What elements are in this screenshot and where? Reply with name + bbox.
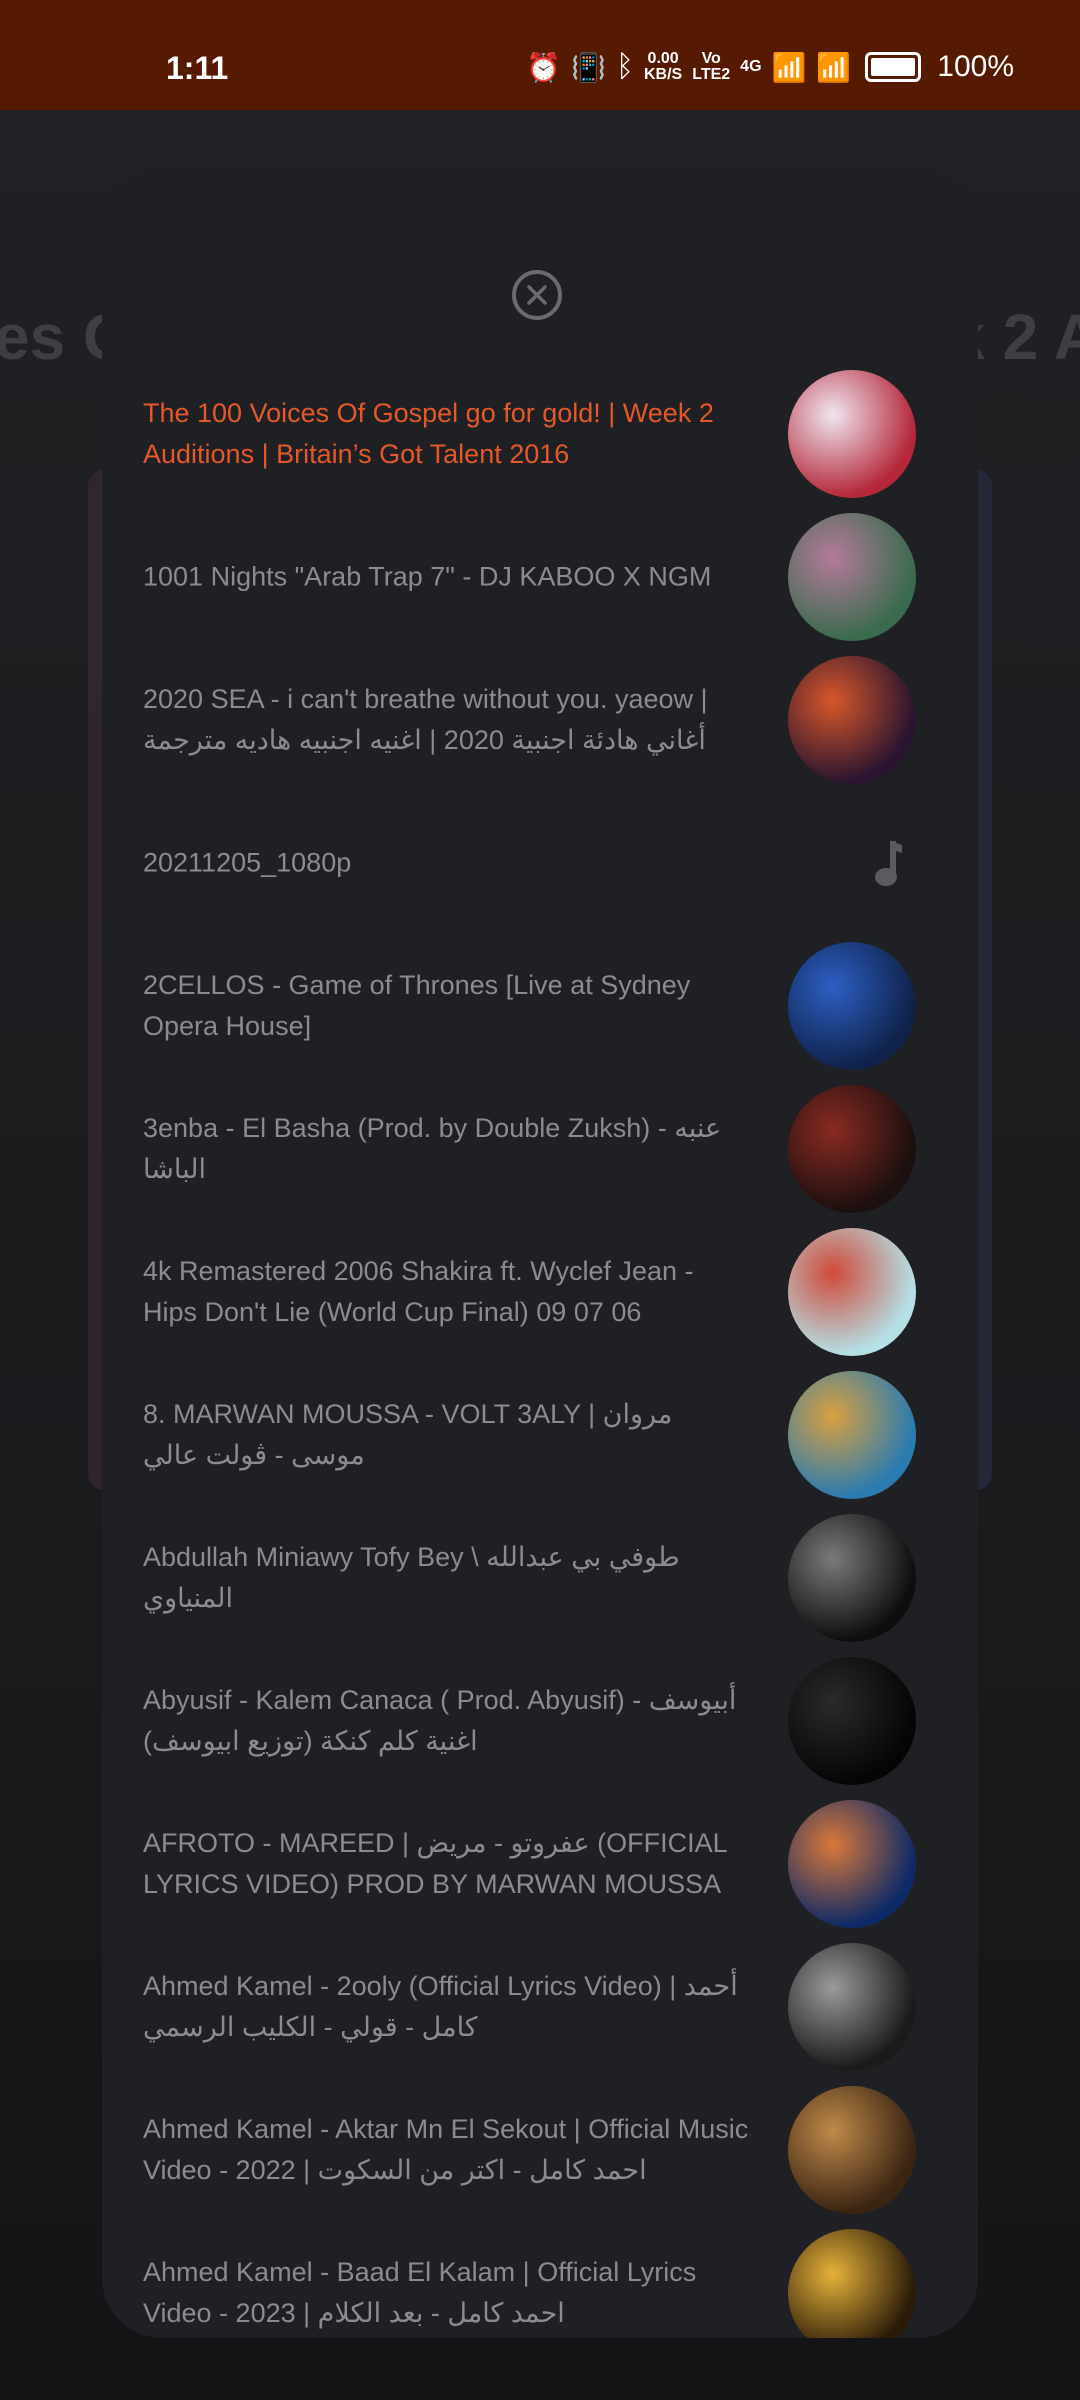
playlist-item-title: Abyusif - Kalem Canaca ( Prod. Abyusif) … <box>143 1684 737 1756</box>
playlist-item-title: 1001 Nights "Arab Trap 7" - DJ KABOO X N… <box>143 561 712 591</box>
playlist-item-title: AFROTO - MAREED | عفروتو - مريض (OFFICIA… <box>143 1827 727 1899</box>
playlist-item[interactable]: The 100 Voices Of Gospel go for gold! | … <box>102 362 978 505</box>
video-thumbnail <box>788 655 916 784</box>
video-thumbnail <box>788 2228 916 2338</box>
video-thumbnail <box>788 1513 916 1642</box>
playlist-item-title: 8. MARWAN MOUSSA - VOLT 3ALY | مروان موس… <box>143 1398 673 1470</box>
playlist-item-title: The 100 Voices Of Gospel go for gold! | … <box>143 397 714 469</box>
video-thumbnail <box>788 1656 916 1785</box>
video-thumbnail <box>788 1370 916 1499</box>
playlist-item[interactable]: 20211205_1080p <box>102 791 978 934</box>
playlist-item[interactable]: Abdullah Miniawy Tofy Bey \ طوفي بي عبدا… <box>102 1506 978 1649</box>
video-thumbnail <box>788 941 916 1070</box>
playlist-item-title: Ahmed Kamel - Aktar Mn El Sekout | Offic… <box>143 2113 749 2185</box>
playlist-item-title: 20211205_1080p <box>143 847 352 877</box>
playlist-item[interactable]: Abyusif - Kalem Canaca ( Prod. Abyusif) … <box>102 1649 978 1792</box>
battery-percent: 100% <box>937 50 1014 83</box>
music-note-icon <box>875 840 902 886</box>
vibrate-icon: 📳 <box>571 51 606 83</box>
status-time: 1:11 <box>166 50 229 86</box>
playlist-item-title: 2CELLOS - Game of Thrones [Live at Sydne… <box>143 969 691 1041</box>
playlist-item-title: 2020 SEA - i can't breathe without you. … <box>143 683 708 755</box>
playlist-item-title: Ahmed Kamel - Baad El Kalam | Official L… <box>143 2256 697 2328</box>
playlist-list: The 100 Voices Of Gospel go for gold! | … <box>102 362 978 2338</box>
close-icon <box>527 285 547 305</box>
battery-icon <box>865 52 922 82</box>
signal-icon-2: 📶 <box>816 51 852 83</box>
playlist-item[interactable]: 3enba - El Basha (Prod. by Double Zuksh)… <box>102 1077 978 1220</box>
video-thumbnail <box>788 1799 916 1928</box>
net-speed: 0.00 KB/S <box>644 50 683 83</box>
playlist-item[interactable]: Ahmed Kamel - Baad El Kalam | Official L… <box>102 2221 978 2338</box>
alarm-icon: ⏰ <box>526 51 562 83</box>
playlist-sheet: The 100 Voices Of Gospel go for gold! | … <box>102 170 978 2338</box>
playlist-item-title: 4k Remastered 2006 Shakira ft. Wyclef Je… <box>143 1255 694 1327</box>
close-button[interactable] <box>512 270 562 320</box>
video-thumbnail <box>788 2085 916 2214</box>
video-thumbnail <box>788 1084 916 1213</box>
network-type: 4G <box>740 58 762 75</box>
playlist-item[interactable]: 8. MARWAN MOUSSA - VOLT 3ALY | مروان موس… <box>102 1363 978 1506</box>
video-thumbnail <box>788 369 916 498</box>
video-thumbnail <box>788 1942 916 2071</box>
playlist-item[interactable]: 2CELLOS - Game of Thrones [Live at Sydne… <box>102 934 978 1077</box>
status-bar: 1:11 ⏰ 📳 ᛒ 0.00 KB/S Vo LTE2 4G 📶 📶 100% <box>0 0 1080 110</box>
playlist-item[interactable]: 1001 Nights "Arab Trap 7" - DJ KABOO X N… <box>102 505 978 648</box>
video-thumbnail <box>788 1227 916 1356</box>
status-icons: ⏰ 📳 ᛒ 0.00 KB/S Vo LTE2 4G 📶 📶 100% <box>526 50 1014 84</box>
signal-icon: 📶 <box>771 51 807 83</box>
playlist-item[interactable]: Ahmed Kamel - Aktar Mn El Sekout | Offic… <box>102 2078 978 2221</box>
playlist-item[interactable]: 2020 SEA - i can't breathe without you. … <box>102 648 978 791</box>
playlist-item-title: Abdullah Miniawy Tofy Bey \ طوفي بي عبدا… <box>143 1541 680 1613</box>
playlist-item-title: Ahmed Kamel - 2ooly (Official Lyrics Vid… <box>143 1970 738 2042</box>
bluetooth-icon: ᛒ <box>616 50 634 83</box>
playlist-item[interactable]: AFROTO - MAREED | عفروتو - مريض (OFFICIA… <box>102 1792 978 1935</box>
playlist-item-title: 3enba - El Basha (Prod. by Double Zuksh)… <box>143 1112 722 1184</box>
playlist-item[interactable]: 4k Remastered 2006 Shakira ft. Wyclef Je… <box>102 1220 978 1363</box>
volte-badge: Vo LTE2 <box>692 50 731 83</box>
playlist-item[interactable]: Ahmed Kamel - 2ooly (Official Lyrics Vid… <box>102 1935 978 2078</box>
video-thumbnail <box>788 512 916 641</box>
